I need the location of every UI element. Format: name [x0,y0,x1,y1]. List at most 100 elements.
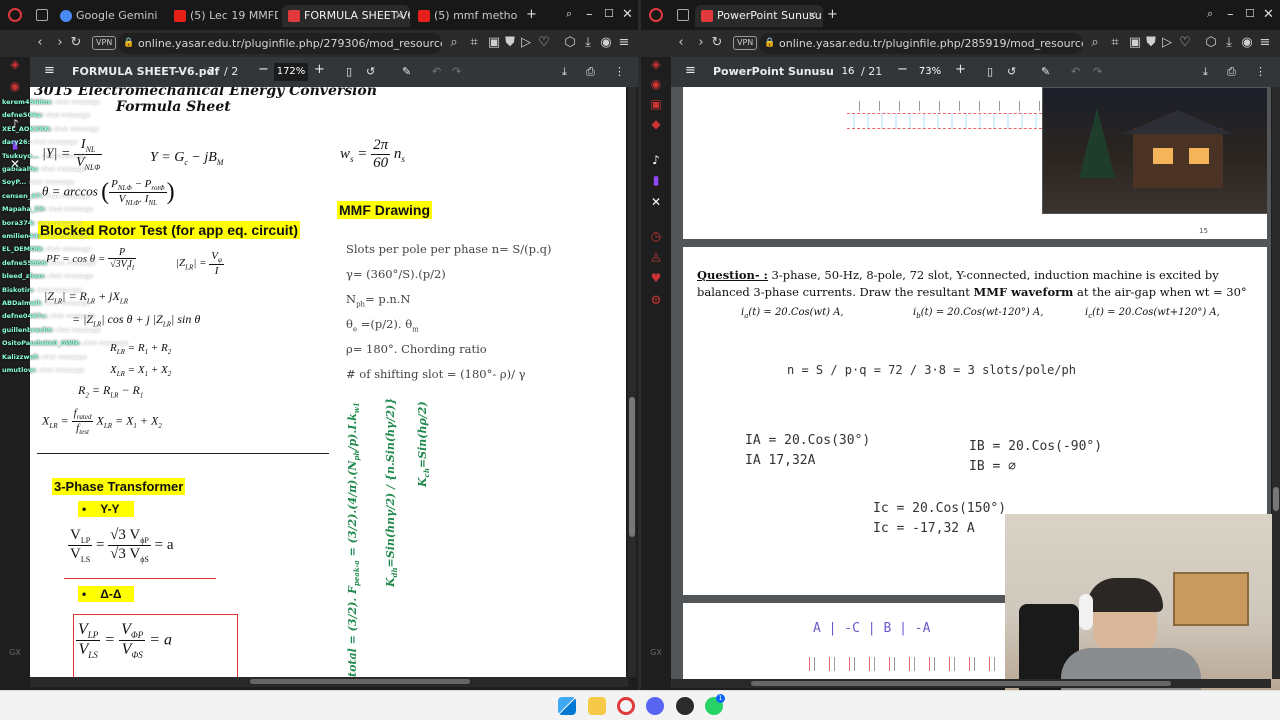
sidebar-more-icon[interactable]: GX [8,646,22,660]
new-tab-icon[interactable]: + [827,7,838,22]
start-menu-icon[interactable] [558,697,576,715]
close-window-icon[interactable]: ✕ [1263,7,1274,22]
annotate-icon[interactable]: ✎ [402,65,411,78]
sidebar-x-icon[interactable]: ✕ [649,195,663,209]
close-tab-icon[interactable]: ✕ [395,5,404,27]
scroll-thumb[interactable] [629,397,635,537]
back-icon[interactable]: ‹ [32,35,48,51]
account-icon[interactable]: ◉ [598,35,614,51]
maximize-icon[interactable]: ☐ [604,7,614,20]
opera-logo-icon[interactable] [8,8,22,22]
sidebar-home-icon[interactable]: ◈ [8,57,22,71]
print-icon[interactable]: ⎙ [1227,65,1236,79]
left-pdf-scrollbar[interactable] [628,87,636,677]
download-icon[interactable]: ⤓ [1221,35,1237,51]
zoom-level-input[interactable]: 172% [274,63,308,81]
undo-icon[interactable]: ↶ [432,65,441,78]
vpn-badge[interactable]: VPN [92,36,117,50]
page-number-input[interactable]: 16 [837,63,859,81]
more-options-icon[interactable]: ⋮ [1255,65,1266,78]
undo-icon[interactable]: ↶ [1071,65,1080,78]
bookmark-heart-icon[interactable]: ♡ [1177,35,1193,51]
reload-icon[interactable]: ↻ [709,35,725,51]
shield-icon[interactable]: ⛊ [1143,35,1159,51]
download-pdf-icon[interactable]: ⤓ [1203,65,1208,79]
snapshot-icon[interactable]: ⌗ [1107,35,1123,51]
scroll-thumb[interactable] [1273,487,1279,511]
sidebar-messenger-icon[interactable]: ◉ [649,77,663,91]
tab-formula-sheet[interactable]: FORMULA SHEET-V6.pdf ✕ [282,5,410,27]
sidebar-settings-icon[interactable]: ⚙ [649,293,663,307]
back-icon[interactable]: ‹ [673,35,689,51]
right-pdf-scrollbar[interactable] [1272,87,1280,679]
redo-icon[interactable]: ↷ [1093,65,1102,78]
forward-icon[interactable]: › [693,35,709,51]
reload-icon[interactable]: ↻ [68,35,84,51]
rotate-icon[interactable]: ↺ [1007,65,1016,78]
fit-page-icon[interactable]: ▯ [987,65,993,78]
minimize-icon[interactable]: – [1227,7,1234,22]
print-icon[interactable]: ⎙ [586,65,595,79]
left-h-scrollbar[interactable] [30,677,628,687]
forward-icon[interactable]: › [52,35,68,51]
screenshot-icon[interactable]: ▣ [486,35,502,51]
workspaces-icon[interactable] [36,9,48,21]
zoom-icon[interactable]: ⌕ [446,35,462,51]
redo-icon[interactable]: ↷ [452,65,461,78]
zoom-icon[interactable]: ⌕ [1087,35,1103,51]
sidebar-vk-icon[interactable]: ◆ [649,117,663,131]
extensions-icon[interactable]: ⬡ [1203,35,1219,51]
zoom-in-icon[interactable]: + [314,62,325,77]
discord-icon[interactable] [646,697,664,715]
sidebar-music-icon[interactable]: ♪ [649,153,663,167]
new-tab-icon[interactable]: + [526,7,537,22]
zoom-out-icon[interactable]: − [897,62,908,77]
pdf-menu-icon[interactable]: ≡ [44,63,55,78]
file-explorer-icon[interactable] [588,697,606,715]
play-icon[interactable]: ▷ [518,35,534,51]
menu-icon[interactable]: ≡ [1257,35,1273,51]
obs-icon[interactable] [676,697,694,715]
minimize-icon[interactable]: – [586,7,593,22]
close-window-icon[interactable]: ✕ [622,7,633,22]
sidebar-whatsapp-icon[interactable]: ▣ [649,97,663,111]
close-tab-icon[interactable]: ✕ [808,5,817,27]
h-scroll-thumb[interactable] [751,681,1171,686]
pdf-menu-icon[interactable]: ≡ [685,63,696,78]
url-field[interactable]: 🔒 online.yasar.edu.tr/pluginfile.php/279… [118,33,442,54]
screenshot-icon[interactable]: ▣ [1127,35,1143,51]
tab-lec19-mmf[interactable]: (5) Lec 19 MMFDistrib [168,5,278,27]
right-h-scrollbar[interactable] [671,679,1271,688]
zoom-out-icon[interactable]: − [258,62,269,77]
sidebar-twitch-icon[interactable]: ▮ [649,173,663,187]
sidebar-more-icon[interactable]: GX [649,646,663,660]
tab-google-gemini[interactable]: Google Gemini [54,5,166,27]
tab-mmf-method[interactable]: (5) mmf method phas [412,5,518,27]
search-tabs-icon[interactable]: ⌕ [1207,7,1213,21]
sidebar-pin-icon[interactable]: ◬ [649,249,663,263]
search-tabs-icon[interactable]: ⌕ [566,7,572,21]
sidebar-bookmarks-icon[interactable]: ♥ [649,271,663,285]
zoom-in-icon[interactable]: + [955,62,966,77]
download-icon[interactable]: ⤓ [580,35,596,51]
rotate-icon[interactable]: ↺ [366,65,375,78]
snapshot-icon[interactable]: ⌗ [466,35,482,51]
shield-icon[interactable]: ⛊ [502,35,518,51]
h-scroll-thumb[interactable] [250,679,470,684]
workspaces-icon[interactable] [677,9,689,21]
maximize-icon[interactable]: ☐ [1245,7,1255,20]
play-icon[interactable]: ▷ [1159,35,1175,51]
sidebar-home-icon[interactable]: ◈ [649,57,663,71]
extensions-icon[interactable]: ⬡ [562,35,578,51]
bookmark-heart-icon[interactable]: ♡ [536,35,552,51]
tab-powerpoint-sunusu[interactable]: PowerPoint Sunusu ✕ [695,5,823,27]
fit-page-icon[interactable]: ▯ [346,65,352,78]
download-pdf-icon[interactable]: ⤓ [562,65,567,79]
sidebar-messenger-icon[interactable]: ◉ [8,79,22,93]
account-icon[interactable]: ◉ [1239,35,1255,51]
url-field[interactable]: 🔒 online.yasar.edu.tr/pluginfile.php/285… [759,33,1083,54]
opera-logo-icon[interactable] [649,8,663,22]
vpn-badge[interactable]: VPN [733,36,758,50]
sidebar-history-icon[interactable]: ◷ [649,229,663,243]
zoom-level-input[interactable]: 73% [913,63,947,81]
